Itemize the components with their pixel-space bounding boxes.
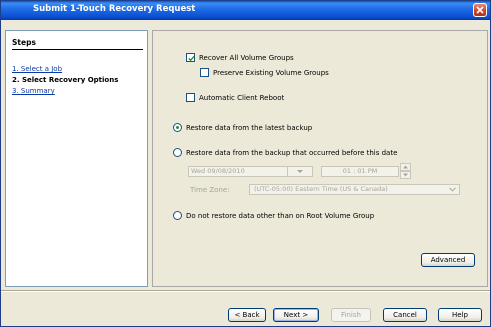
window-title: Submit 1-Touch Recovery Request [33, 4, 196, 14]
time-value: 01 : 01 PM [342, 167, 378, 175]
time-field[interactable]: 01 : 01 PM [321, 166, 399, 177]
step-select-recovery-options: 2. Select Recovery Options [12, 76, 119, 84]
dialog-window: Submit 1-Touch Recovery Request Steps 1.… [0, 0, 491, 327]
cancel-button[interactable]: Cancel [383, 308, 427, 322]
root-volume-only-radio[interactable]: Do not restore data other than on Root V… [173, 211, 374, 220]
time-spinner-down[interactable] [400, 171, 411, 179]
radio-button[interactable] [173, 211, 182, 220]
date-value: Wed 09/08/2010 [191, 167, 245, 175]
check-icon [188, 55, 195, 62]
preserve-existing-volume-groups-label: Preserve Existing Volume Groups [213, 68, 329, 77]
radio-selected-dot [176, 126, 179, 129]
time-zone-label: Time Zone: [190, 186, 230, 194]
steps-divider [12, 49, 143, 50]
restore-latest-label: Restore data from the latest backup [186, 123, 313, 132]
recover-all-volume-groups-checkbox[interactable]: Recover All Volume Groups [186, 53, 294, 62]
checkbox-box[interactable] [200, 68, 209, 77]
date-dropdown-button[interactable] [287, 166, 313, 177]
restore-before-date-label: Restore data from the backup that occurr… [186, 148, 398, 157]
recovery-options-panel: Recover All Volume Groups Preserve Exist… [152, 30, 488, 287]
radio-button[interactable] [173, 148, 182, 157]
time-zone-dropdown[interactable]: (UTC-05:00) Eastern Time (US & Canada) [249, 184, 460, 195]
time-zone-value: (UTC-05:00) Eastern Time (US & Canada) [254, 185, 388, 193]
advanced-button[interactable]: Advanced [421, 253, 475, 267]
close-icon [476, 6, 484, 14]
restore-latest-radio[interactable]: Restore data from the latest backup [173, 123, 312, 132]
root-volume-only-label: Do not restore data other than on Root V… [186, 211, 375, 220]
checkbox-box[interactable] [186, 93, 195, 102]
preserve-existing-volume-groups-checkbox[interactable]: Preserve Existing Volume Groups [200, 68, 329, 77]
recover-all-volume-groups-label: Recover All Volume Groups [199, 53, 294, 62]
spinner-down-icon [403, 173, 408, 177]
finish-button: Finish [331, 308, 371, 322]
radio-button[interactable] [173, 123, 182, 132]
automatic-client-reboot-label: Automatic Client Reboot [199, 93, 285, 102]
date-picker-field[interactable]: Wed 09/08/2010 [188, 166, 288, 177]
help-button[interactable]: Help [438, 308, 482, 322]
step-summary-link[interactable]: 3. Summary [12, 87, 55, 95]
checkbox-box[interactable] [186, 53, 195, 62]
footer-divider [1, 290, 490, 291]
time-spinner-up[interactable] [400, 163, 411, 171]
chevron-down-icon [449, 187, 456, 192]
steps-heading: Steps [12, 38, 36, 47]
next-button[interactable]: Next > [273, 308, 319, 322]
close-button[interactable] [473, 3, 487, 17]
automatic-client-reboot-checkbox[interactable]: Automatic Client Reboot [186, 93, 284, 102]
steps-panel: Steps 1. Select a Job 2. Select Recovery… [5, 30, 148, 287]
restore-before-date-radio[interactable]: Restore data from the backup that occurr… [173, 148, 397, 157]
dropdown-arrow-icon [297, 170, 303, 173]
step-select-job-link[interactable]: 1. Select a Job [12, 65, 62, 73]
title-bar[interactable]: Submit 1-Touch Recovery Request [1, 1, 490, 20]
back-button[interactable]: < Back [228, 308, 266, 322]
spinner-up-icon [403, 165, 408, 169]
